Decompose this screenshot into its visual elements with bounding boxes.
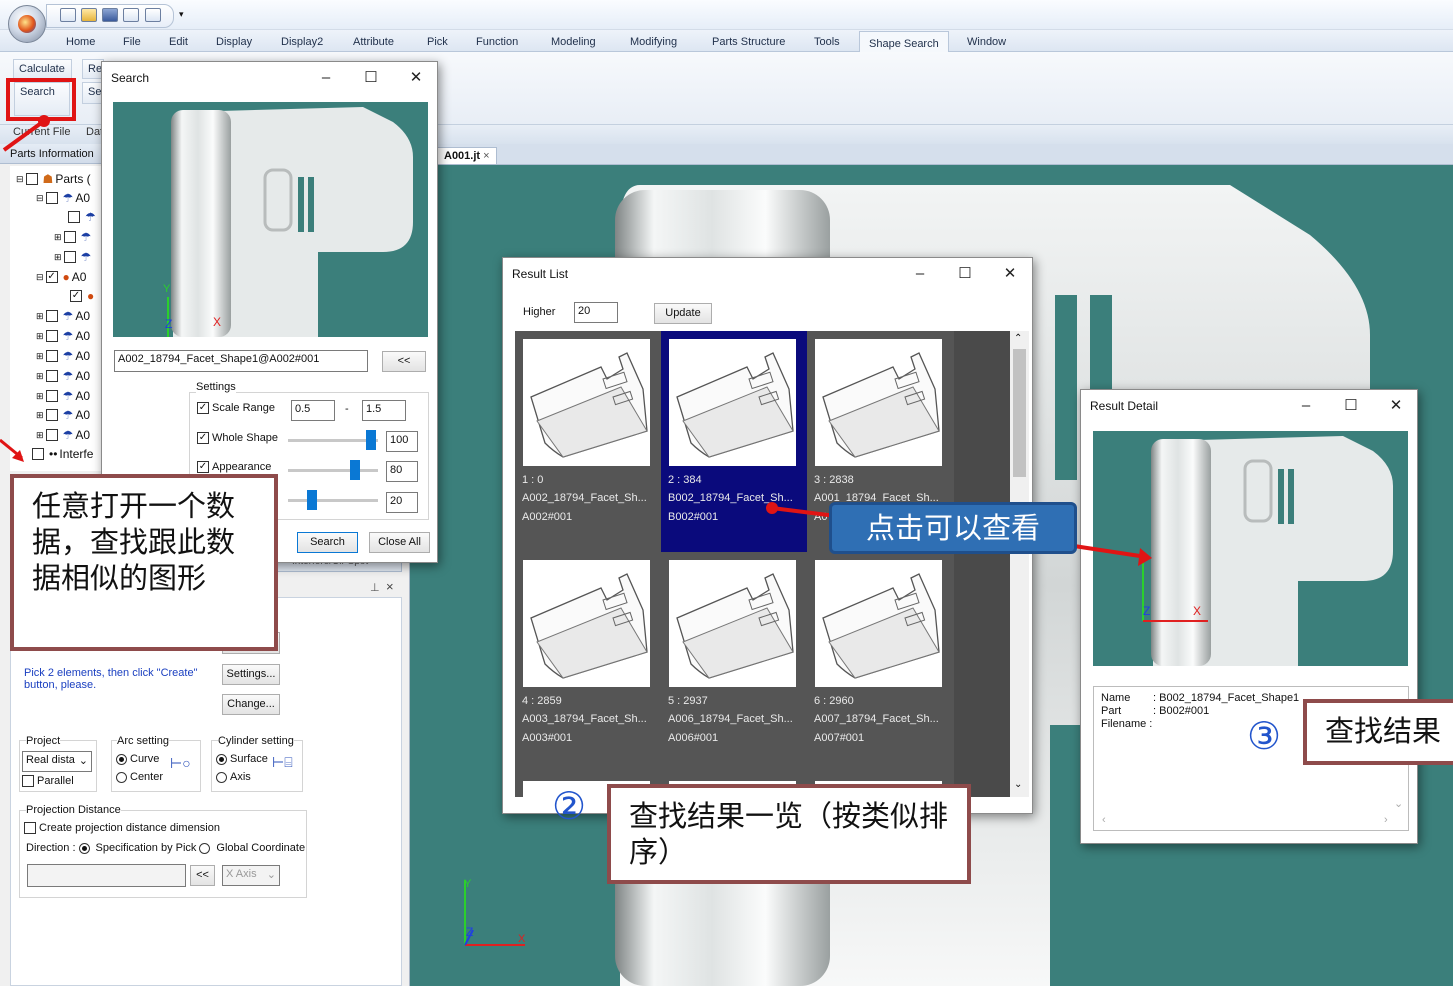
callout-open-data: 任意打开一个数据，查找跟此数据相似的图形	[10, 474, 278, 651]
step-2-number: ②	[552, 784, 587, 828]
app-logo-icon	[18, 15, 36, 33]
callout-result-detail: 查找结果	[1303, 699, 1453, 765]
callout-result-list: 查找结果一览（按类似排序）	[607, 784, 971, 884]
step-3-number: ③	[1247, 714, 1282, 758]
application-menu-button[interactable]	[8, 5, 46, 43]
click-to-view-label: 点击可以查看	[829, 502, 1077, 554]
